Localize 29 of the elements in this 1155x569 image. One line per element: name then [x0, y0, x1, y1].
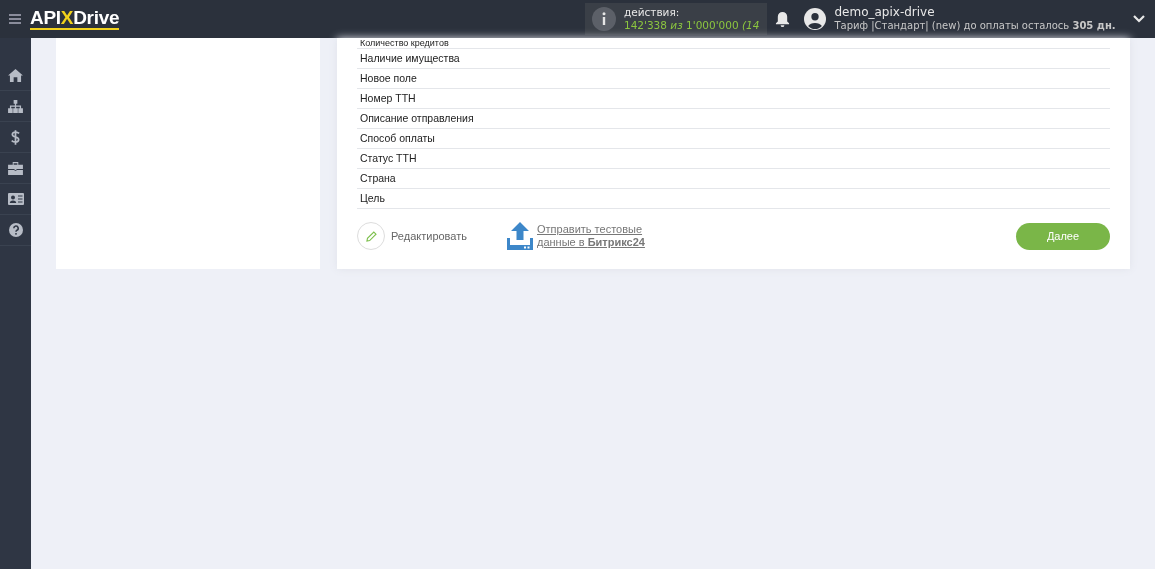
- actions-label: действия:: [624, 6, 681, 19]
- logo[interactable]: APIXDrive: [30, 8, 120, 30]
- edit-button[interactable]: Редактировать: [357, 222, 467, 250]
- user-name[interactable]: demo_apix-drive: [834, 6, 1116, 19]
- home-icon: [8, 68, 23, 82]
- field-row: Номер ТТН: [357, 89, 1110, 109]
- help-icon: [8, 223, 23, 237]
- briefcase-icon: [8, 161, 23, 175]
- info-icon: [592, 7, 616, 31]
- send-test-data-link[interactable]: Отправить тестовые данные в Битрикс24: [537, 223, 662, 249]
- field-row: Наличие имущества: [357, 49, 1110, 69]
- pencil-icon: [365, 230, 377, 242]
- field-row: Способ оплаты: [357, 129, 1110, 149]
- bell-icon[interactable]: [775, 10, 791, 28]
- field-row: Статус ТТН: [357, 149, 1110, 169]
- chevron-down-icon[interactable]: [1133, 15, 1145, 23]
- menu-icon[interactable]: [9, 14, 21, 24]
- plan-info: Тариф |Стандарт| (new) до оплаты осталось 305 дн.: [834, 19, 1116, 32]
- field-row: Новое поле: [357, 69, 1110, 89]
- id-card-icon: [7, 193, 24, 205]
- upload-icon[interactable]: [507, 222, 533, 250]
- field-row: Страна: [357, 169, 1110, 189]
- field-row: Описание отправления: [357, 109, 1110, 129]
- sitemap-icon: [8, 99, 23, 113]
- avatar-icon[interactable]: [804, 8, 827, 30]
- field-row: Количество кредитов: [357, 38, 1110, 49]
- actions-value: 142'338 из 1'000'000 (14: [624, 19, 760, 32]
- dollar-icon: [11, 129, 20, 145]
- field-row: Цель: [357, 189, 1110, 209]
